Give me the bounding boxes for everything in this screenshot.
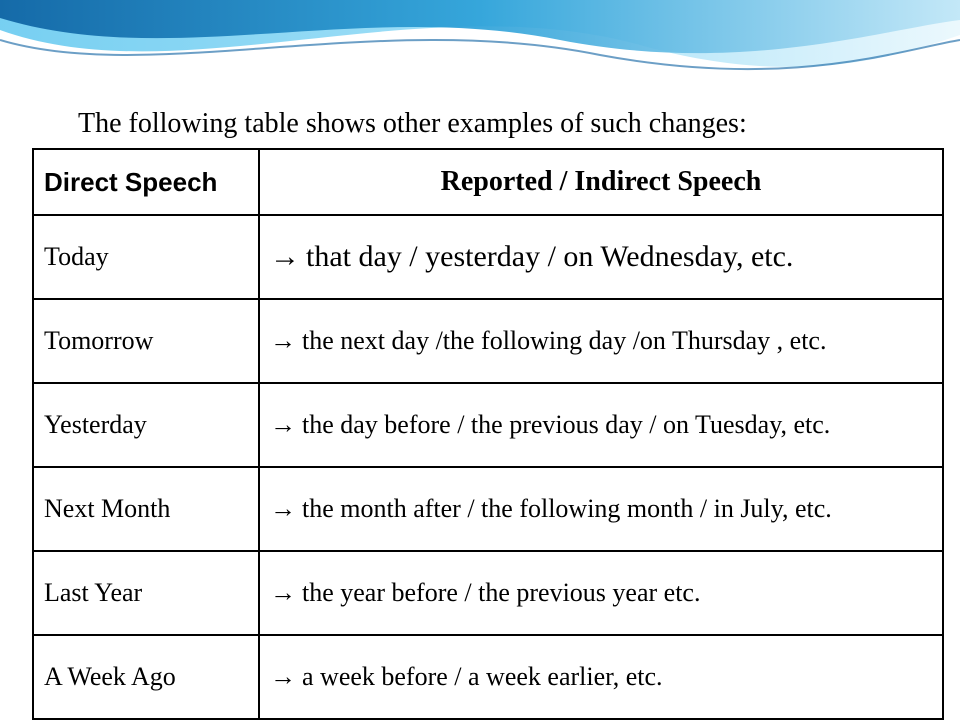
table-row: Tomorrow →the next day /the following da… (33, 299, 943, 383)
arrow-icon: → (270, 494, 296, 524)
table-row: Yesterday →the day before / the previous… (33, 383, 943, 467)
arrow-icon: → (270, 578, 296, 608)
table-row: Today →that day / yesterday / on Wednesd… (33, 215, 943, 299)
arrow-icon: → (270, 326, 296, 356)
cell-reported: →that day / yesterday / on Wednesday, et… (259, 215, 943, 299)
cell-direct: Last Year (33, 551, 259, 635)
cell-direct: Next Month (33, 467, 259, 551)
arrow-icon: → (270, 410, 296, 440)
table-row: Last Year →the year before / the previou… (33, 551, 943, 635)
cell-reported: →the year before / the previous year etc… (259, 551, 943, 635)
reported-text: the next day /the following day /on Thur… (302, 326, 826, 355)
reported-text: the day before / the previous day / on T… (302, 410, 830, 439)
header-direct: Direct Speech (33, 149, 259, 215)
arrow-icon: → (270, 662, 296, 692)
arrow-icon: → (270, 240, 300, 274)
table-header-row: Direct Speech Reported / Indirect Speech (33, 149, 943, 215)
reported-text: a week before / a week earlier, etc. (302, 662, 663, 691)
reported-text: that day / yesterday / on Wednesday, etc… (306, 240, 793, 273)
table-row: A Week Ago →a week before / a week earli… (33, 635, 943, 719)
intro-text: The following table shows other examples… (78, 108, 747, 140)
table-row: Next Month →the month after / the follow… (33, 467, 943, 551)
cell-reported: →the day before / the previous day / on … (259, 383, 943, 467)
cell-direct: Tomorrow (33, 299, 259, 383)
cell-direct: A Week Ago (33, 635, 259, 719)
speech-changes-table: Direct Speech Reported / Indirect Speech… (32, 148, 944, 720)
cell-reported: →the next day /the following day /on Thu… (259, 299, 943, 383)
cell-reported: →a week before / a week earlier, etc. (259, 635, 943, 719)
cell-direct: Yesterday (33, 383, 259, 467)
reported-text: the year before / the previous year etc. (302, 578, 700, 607)
header-reported: Reported / Indirect Speech (259, 149, 943, 215)
reported-text: the month after / the following month / … (302, 494, 832, 523)
cell-reported: →the month after / the following month /… (259, 467, 943, 551)
cell-direct: Today (33, 215, 259, 299)
